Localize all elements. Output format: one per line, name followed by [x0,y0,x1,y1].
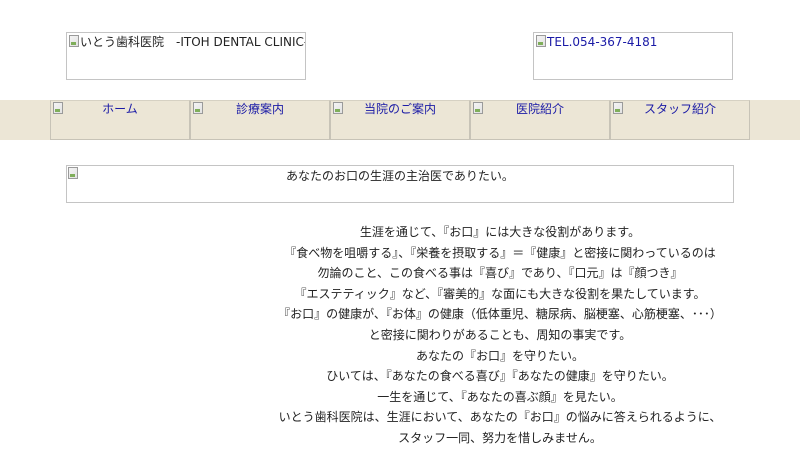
message-line: 生涯を通じて、『お口』には大きな役割があります。 [359,225,641,239]
telephone-alt-text: TEL.054-367-4181 [547,35,658,49]
clinic-logo-alt-text: いとう歯科医院 -ITOH DENTAL CLINIC- [80,35,306,49]
tagline-alt-text: あなたのお口の生涯の主治医でありたい。 [286,169,514,183]
broken-image-icon [69,35,79,47]
nav-item-home[interactable]: ホーム [50,100,190,140]
nav-item-guide[interactable]: 当院のご案内 [330,100,470,140]
nav-item-label: 当院のご案内 [363,102,436,116]
nav-item-treatment[interactable]: 診療案内 [190,100,330,140]
nav-item-label: 診療案内 [235,102,284,116]
nav-item-label: ホーム [102,102,138,116]
message-line: 『食べ物を咀嚼する』、『栄養を摂取する』＝『健康』と密接に関わっているのは [284,245,716,260]
nav-item-staff[interactable]: スタッフ紹介 [610,100,750,140]
message-line: 勿論のこと、この食べる事は『喜び』であり、『口元』は『顔つき』 [317,266,683,281]
telephone-image[interactable]: TEL.054-367-4181 [533,32,733,80]
message-line: 一生を通じて、『あなたの喜ぶ顔』を見たい。 [377,389,623,404]
broken-image-icon [536,35,546,47]
message-line: と密接に関わりがあることも、周知の事実です。 [368,327,632,342]
clinic-message: 生涯を通じて、『お口』には大きな役割があります。 『食べ物を咀嚼する』、『栄養を… [190,222,800,449]
message-line: 『エステティック』など、『審美的』な面にも大きな役割を果たしています。 [294,286,706,301]
broken-image-icon [68,167,78,179]
main-navigation: ホーム 診療案内 当院のご案内 医院紹介 スタッフ紹介 [0,100,800,140]
message-line: ひいては、『あなたの食べる喜び』『あなたの健康』を守りたい。 [326,369,674,384]
tagline-image: あなたのお口の生涯の主治医でありたい。 [66,165,734,203]
message-line: スタッフ一同、努力を惜しみません。 [398,430,602,445]
page: いとう歯科医院 -ITOH DENTAL CLINIC- TEL.054-367… [0,0,800,450]
message-line: あなたの『お口』を守りたい。 [415,348,584,363]
nav-item-label: 医院紹介 [515,102,564,116]
message-line: 『お口』の健康が、『お体』の健康（低体重児、糖尿病、脳梗塞、心筋梗塞、･･･） [278,307,722,322]
nav-item-clinic-intro[interactable]: 医院紹介 [470,100,610,140]
nav-item-label: スタッフ紹介 [643,102,716,116]
clinic-logo-image[interactable]: いとう歯科医院 -ITOH DENTAL CLINIC- [66,32,306,80]
message-line: いとう歯科医院は、生涯において、あなたの『お口』の悩みに答えられるように、 [278,410,722,425]
